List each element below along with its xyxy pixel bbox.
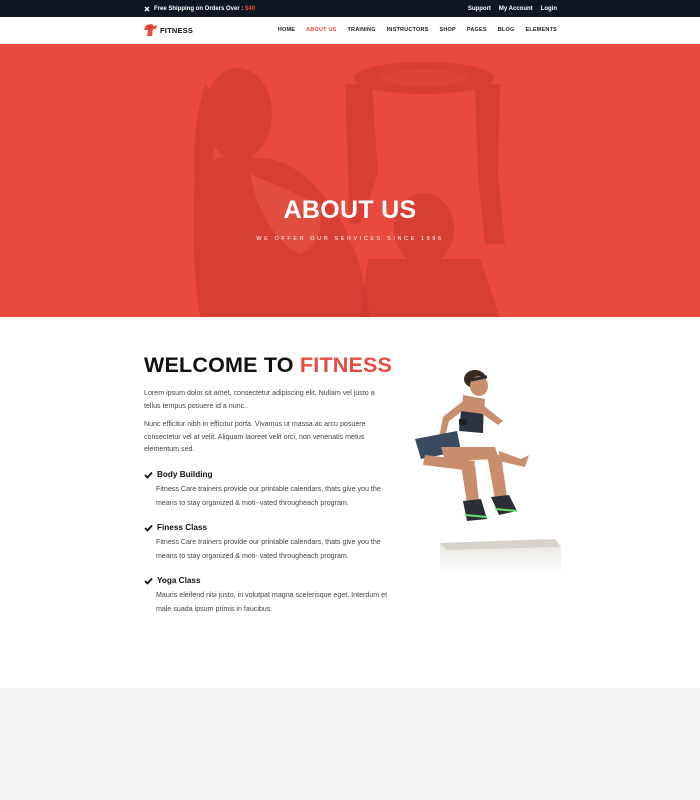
- shipping-notice: Free Shipping on Orders Over : $40: [144, 6, 255, 12]
- athlete-image: [415, 370, 561, 571]
- feature-text: Fitness Care trainers provide our printa…: [156, 538, 381, 560]
- shipping-amount: $40: [245, 5, 256, 12]
- top-links: Support My Account Login: [468, 6, 557, 12]
- nav-item-shop[interactable]: SHOP: [440, 27, 456, 33]
- feature-title: Finess Class: [157, 523, 208, 532]
- nav-menu: HOME ABOUT US TRAINING INSTRUCTORS SHOP …: [278, 27, 557, 33]
- nav-item-home[interactable]: HOME: [278, 27, 295, 33]
- feature-text: Fitness Care trainers provide our printa…: [156, 485, 381, 507]
- welcome-heading-prefix: WELCOME TO: [144, 353, 294, 377]
- my-account-link[interactable]: My Account: [499, 6, 533, 12]
- support-link[interactable]: Support: [468, 6, 491, 12]
- login-link[interactable]: Login: [541, 6, 557, 12]
- intro-paragraph-2: Nunc efficitur nibh in efficitur porta. …: [144, 420, 366, 453]
- checkmark-icon: [144, 577, 153, 585]
- welcome-heading: WELCOME TO FITNESS: [144, 353, 392, 378]
- site-logo[interactable]: FITNESS: [143, 23, 193, 37]
- hero-banner: ABOUT US WE OFFER OUR SERVICES SINCE 199…: [0, 44, 700, 317]
- logo-icon: [144, 24, 157, 36]
- feature-item: Finess Class Fitness Care trainers provi…: [144, 523, 389, 563]
- nav-item-pages[interactable]: PAGES: [467, 27, 487, 33]
- feature-text: Mauris eleifend nisi justo, in volutpat …: [156, 591, 388, 613]
- close-icon[interactable]: [144, 6, 150, 12]
- feature-title: Yoga Class: [157, 576, 201, 585]
- logo-text: FITNESS: [160, 25, 194, 35]
- feature-item: Yoga Class Mauris eleifend nisi justo, i…: [144, 576, 389, 616]
- nav-item-training[interactable]: TRAINING: [347, 27, 375, 33]
- checkmark-icon: [144, 524, 153, 532]
- nav-item-elements[interactable]: ELEMENTS: [525, 27, 557, 33]
- welcome-heading-accent: FITNESS: [299, 353, 393, 377]
- intro-paragraph-1: Lorem ipsum dolor sit amet, consectetur …: [144, 389, 375, 410]
- checkmark-icon: [144, 471, 153, 479]
- welcome-section: WELCOME TO FITNESS Lorem ipsum dolor sit…: [0, 317, 700, 688]
- shipping-text: Free Shipping on Orders Over :: [154, 5, 244, 12]
- main-navbar: FITNESS HOME ABOUT US TRAINING INSTRUCTO…: [0, 17, 700, 44]
- nav-item-about-us[interactable]: ABOUT US: [306, 27, 336, 33]
- top-bar: Free Shipping on Orders Over : $40 Suppo…: [0, 0, 700, 17]
- hero-subtitle: WE OFFER OUR SERVICES SINCE 1996: [256, 236, 444, 242]
- feature-title: Body Building: [157, 470, 213, 479]
- feature-item: Body Building Fitness Care trainers prov…: [144, 470, 389, 510]
- hero-background-image: [0, 44, 700, 317]
- hero-title: ABOUT US: [283, 196, 417, 224]
- nav-item-blog[interactable]: BLOG: [498, 27, 515, 33]
- nav-item-instructors[interactable]: INSTRUCTORS: [387, 27, 429, 33]
